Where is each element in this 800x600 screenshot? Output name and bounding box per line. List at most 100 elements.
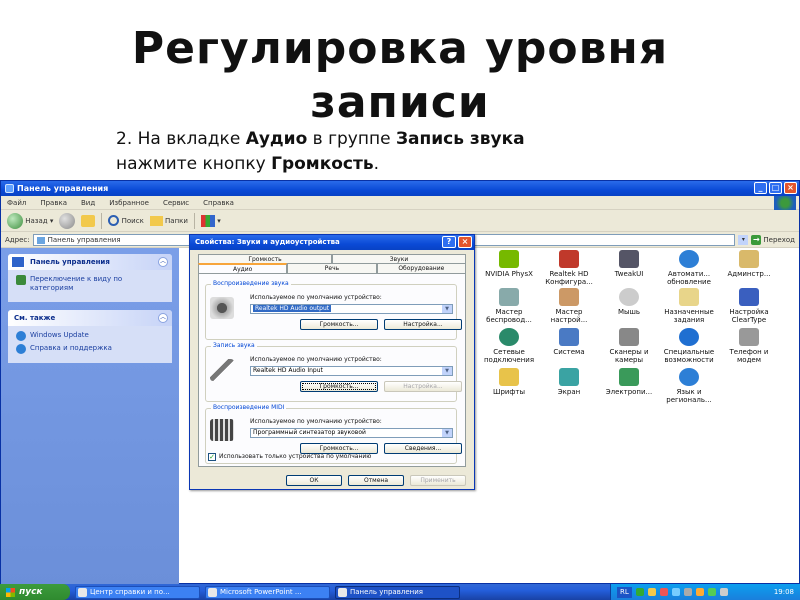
phone-icon <box>739 328 759 346</box>
sound-properties-dialog: Свойства: Звуки и аудиоустройства ? × Гр… <box>189 234 475 490</box>
close-button[interactable]: × <box>784 182 797 194</box>
tray-icon[interactable] <box>671 588 680 596</box>
icon-nvidia-physx[interactable]: NVIDIA PhysX <box>481 250 537 278</box>
tray-icon[interactable] <box>647 588 656 596</box>
tray-icon[interactable] <box>707 588 716 596</box>
icon-regional[interactable]: Язык и региональ... <box>661 368 717 404</box>
tray-icon[interactable] <box>683 588 692 596</box>
menu-bar: Файл Правка Вид Избранное Сервис Справка <box>1 196 799 210</box>
folders-button[interactable]: Папки <box>149 210 188 232</box>
tab-speech[interactable]: Речь <box>287 263 377 273</box>
icon-scheduled-tasks[interactable]: Назначенные задания <box>661 288 717 324</box>
icon-power[interactable]: Электропи... <box>601 368 657 396</box>
icon-label: Мастер настрой... <box>550 308 588 324</box>
address-dropdown-icon[interactable]: ▾ <box>738 234 749 245</box>
recording-device-select[interactable]: Realtek HD Audio Input ▼ <box>250 366 453 376</box>
collapse-chevron-icon[interactable]: ︿ <box>158 313 168 323</box>
help-support-link[interactable]: Справка и поддержка <box>16 344 166 354</box>
icon-auto-update[interactable]: Автомати... обновление <box>661 250 717 286</box>
icon-mouse[interactable]: Мышь <box>601 288 657 316</box>
tray-icon[interactable] <box>659 588 668 596</box>
icon-label: Телефон и модем <box>729 348 769 364</box>
section-header[interactable]: Панель управления ︿ <box>8 254 172 270</box>
slide-title-line2: записи <box>310 77 490 128</box>
search-button[interactable]: Поиск <box>108 210 144 232</box>
playback-settings-button[interactable]: Настройка... <box>384 319 462 330</box>
back-button[interactable]: Назад ▾ <box>7 210 53 232</box>
section-header[interactable]: См. также ︿ <box>8 310 172 326</box>
menu-edit[interactable]: Правка <box>40 196 67 209</box>
network-icon <box>499 328 519 346</box>
recording-settings-button[interactable]: Настройка... <box>384 381 462 392</box>
playback-device-select[interactable]: Realtek HD Audio output ▼ <box>250 304 453 314</box>
apply-button[interactable]: Применить <box>410 475 466 486</box>
default-devices-only-checkbox[interactable]: ✓ Использовать только устройства по умол… <box>208 453 371 461</box>
dialog-titlebar[interactable]: Свойства: Звуки и аудиоустройства ? × <box>190 235 474 250</box>
taskbar-item-help[interactable]: Центр справки и по... <box>75 585 200 599</box>
icon-admin[interactable]: Админстр... <box>721 250 777 278</box>
menu-favorites[interactable]: Избранное <box>109 196 149 209</box>
tray-icon[interactable] <box>695 588 704 596</box>
go-label: Переход <box>763 235 795 244</box>
window-title: Панель управления <box>17 184 109 193</box>
recording-volume-button[interactable]: Громкость... <box>300 381 378 392</box>
midi-about-button[interactable]: Сведения... <box>384 443 462 454</box>
icon-accessibility[interactable]: Специальные возможности <box>661 328 717 364</box>
menu-tools[interactable]: Сервис <box>163 196 189 209</box>
up-folder-icon[interactable] <box>81 214 96 227</box>
playback-group: Воспроизведение звука Используемое по ум… <box>205 280 462 340</box>
selected-value: Realtek HD Audio Input <box>253 367 323 374</box>
playback-volume-button[interactable]: Громкость... <box>300 319 378 330</box>
go-button[interactable]: → Переход <box>751 232 799 248</box>
globe-icon <box>679 250 699 268</box>
icon-scanners[interactable]: Сканеры и камеры <box>601 328 657 364</box>
cancel-button[interactable]: Отмена <box>348 475 404 486</box>
icon-label: TweakUI <box>614 270 644 278</box>
instr-bold: Запись звука <box>395 129 525 149</box>
windows-flag-icon <box>6 587 15 597</box>
midi-device-select[interactable]: Программный синтезатор звуковой ▼ <box>250 428 453 438</box>
instr-text: . <box>373 154 380 174</box>
windows-update-link[interactable]: Windows Update <box>16 331 166 341</box>
collapse-chevron-icon[interactable]: ︿ <box>158 257 168 267</box>
display-icon <box>559 368 579 386</box>
windows-update-icon <box>16 331 26 341</box>
volume-icon[interactable] <box>719 588 728 596</box>
taskbar-item-powerpoint[interactable]: Microsoft PowerPoint ... <box>205 585 330 599</box>
language-indicator[interactable]: RL <box>617 586 632 598</box>
ok-button[interactable]: ОК <box>286 475 342 486</box>
icon-network-wizard[interactable]: Мастер настрой... <box>541 288 597 324</box>
tray-icon[interactable] <box>635 588 644 596</box>
switch-category-view-link[interactable]: Переключение к виду по категориям <box>16 275 166 293</box>
icon-wireless-wizard[interactable]: Мастер беспровод... <box>481 288 537 324</box>
taskbar-item-control-panel[interactable]: Панель управления <box>335 585 460 599</box>
icon-cleartype[interactable]: Настройка ClearType <box>721 288 777 324</box>
icon-tweakui[interactable]: TweakUI <box>601 250 657 278</box>
icon-network-connections[interactable]: Сетевые подключения <box>481 328 537 364</box>
window-titlebar[interactable]: Панель управления _ □ × <box>1 181 799 196</box>
chevron-down-icon: ▼ <box>442 305 452 313</box>
icon-fonts[interactable]: Шрифты <box>481 368 537 396</box>
instr-text: 2. На вкладке <box>116 129 246 149</box>
icon-display[interactable]: Экран <box>541 368 597 396</box>
default-device-label: Используемое по умолчанию устройство: <box>250 356 382 363</box>
menu-help[interactable]: Справка <box>203 196 234 209</box>
forward-button[interactable] <box>59 212 76 229</box>
maximize-button[interactable]: □ <box>769 182 782 194</box>
tab-hardware[interactable]: Оборудование <box>376 263 466 273</box>
toolbar-separator <box>193 212 195 229</box>
help-button[interactable]: ? <box>442 236 456 248</box>
start-button[interactable]: пуск <box>0 584 70 600</box>
views-button[interactable]: ▾ <box>200 210 221 232</box>
windows-logo-icon <box>774 196 796 210</box>
menu-view[interactable]: Вид <box>81 196 95 209</box>
dialog-close-button[interactable]: × <box>458 236 472 248</box>
icon-phone-modem[interactable]: Телефон и модем <box>721 328 777 364</box>
folder-icon <box>149 215 163 226</box>
computer-icon <box>559 328 579 346</box>
icon-system[interactable]: Система <box>541 328 597 356</box>
see-also-section: См. также ︿ Windows Update Справка и под… <box>8 310 172 363</box>
menu-file[interactable]: Файл <box>7 196 26 209</box>
icon-realtek[interactable]: Realtek HD Конфигура... <box>541 250 597 286</box>
minimize-button[interactable]: _ <box>754 182 767 194</box>
